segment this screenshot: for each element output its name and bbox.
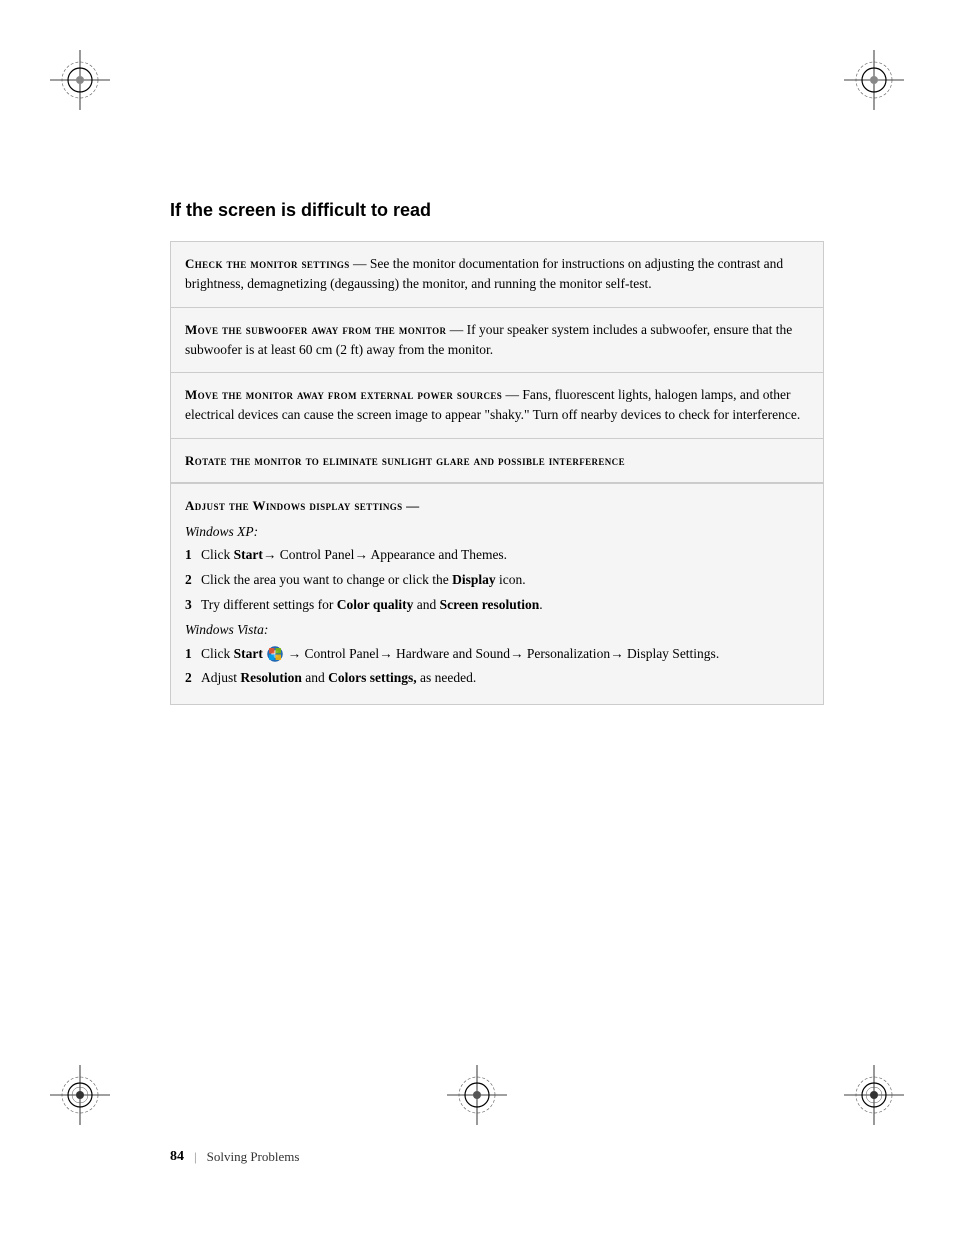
windows-logo-icon [267, 646, 283, 662]
tip-move-monitor-term: Move the monitor away from external powe… [185, 387, 502, 402]
tip-check-monitor-term: Check the monitor settings [185, 256, 350, 271]
xp-step-2: 2 Click the area you want to change or c… [185, 569, 809, 591]
tip-move-subwoofer-term: Move the subwoofer away from the monitor [185, 322, 446, 337]
tip-move-monitor: Move the monitor away from external powe… [171, 373, 824, 439]
vista-label: Windows Vista: [185, 619, 809, 641]
adjust-title-text: Adjust the Windows display settings [185, 498, 403, 513]
page: If the screen is difficult to read Check… [0, 0, 954, 1235]
corner-mark-tr [844, 50, 904, 110]
page-number: 84 [170, 1149, 184, 1165]
tip-rotate-monitor-term: Rotate the monitor to eliminate sunlight… [185, 453, 625, 468]
tip-check-monitor: Check the monitor settings — See the mon… [171, 242, 824, 308]
corner-mark-tl [50, 50, 110, 110]
tip-rotate-monitor: Rotate the monitor to eliminate sunlight… [171, 438, 824, 483]
adjust-windows-section: Adjust the Windows display settings — Wi… [170, 483, 824, 705]
vista-steps: 1 Click Start [185, 643, 809, 689]
vista-step-1: 1 Click Start [185, 643, 809, 665]
content-area: If the screen is difficult to read Check… [170, 200, 824, 1085]
xp-steps: 1 Click Start→ Control Panel→ Appearance… [185, 544, 809, 615]
section-title: If the screen is difficult to read [170, 200, 824, 221]
footer: 84 | Solving Problems [170, 1149, 824, 1165]
footer-text: Solving Problems [207, 1149, 300, 1165]
xp-label: Windows XP: [185, 521, 809, 543]
vista-step-2: 2 Adjust Resolution and Colors settings,… [185, 667, 809, 689]
adjust-title: Adjust the Windows display settings — [185, 496, 809, 517]
footer-separator: | [194, 1149, 197, 1165]
xp-step-3: 3 Try different settings for Color quali… [185, 594, 809, 616]
corner-mark-br [844, 1065, 904, 1125]
xp-step-1: 1 Click Start→ Control Panel→ Appearance… [185, 544, 809, 566]
corner-mark-bl [50, 1065, 110, 1125]
tip-move-subwoofer: Move the subwoofer away from the monitor… [171, 307, 824, 373]
tips-table: Check the monitor settings — See the mon… [170, 241, 824, 483]
